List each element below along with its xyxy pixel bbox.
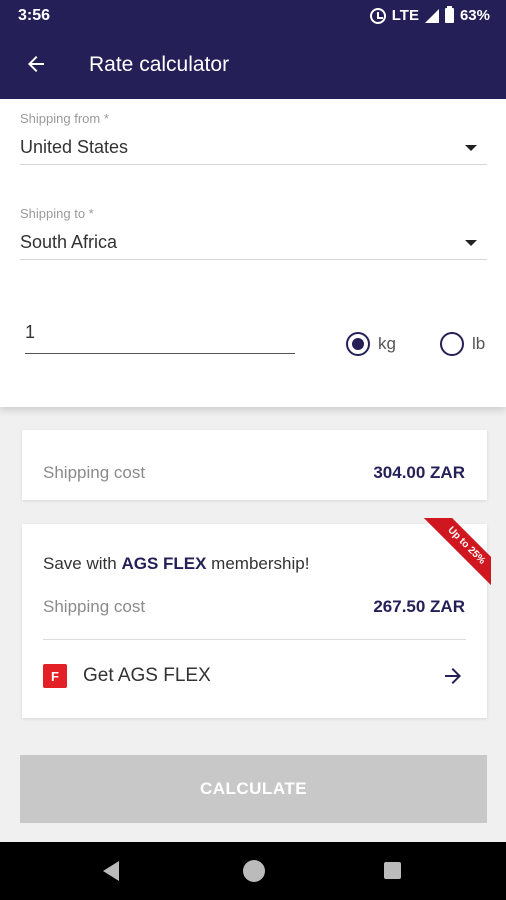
discount-ribbon-text: Up to 25%	[420, 518, 491, 592]
shipping-from-label: Shipping from *	[20, 111, 109, 126]
shipping-from-select[interactable]: Shipping from * United States	[20, 99, 487, 165]
shipping-to-label: Shipping to *	[20, 206, 94, 221]
battery-icon	[444, 6, 454, 23]
arrow-right-icon	[445, 668, 461, 684]
radio-unselected-icon	[440, 332, 464, 356]
unit-lb-radio[interactable]: lb	[440, 332, 485, 356]
get-flex-label: Get AGS FLEX	[83, 665, 211, 686]
divider	[43, 639, 466, 640]
back-arrow-icon[interactable]	[24, 52, 48, 76]
weight-input[interactable]: 1	[25, 320, 295, 354]
signal-icon	[424, 8, 439, 23]
nav-recents-icon[interactable]	[384, 862, 401, 879]
status-bar: 3:56 LTE 63%	[0, 0, 506, 32]
shipping-to-select[interactable]: Shipping to * South Africa	[20, 194, 487, 260]
flex-promo-text: Save with AGS FLEX membership!	[43, 554, 309, 574]
standard-cost-value: 304.00 ZAR	[373, 463, 465, 482]
shipping-to-value: South Africa	[20, 232, 118, 252]
system-nav-bar	[0, 842, 506, 900]
alarm-icon	[369, 7, 386, 24]
promo-suffix: membership!	[206, 554, 310, 573]
standard-cost-label: Shipping cost	[43, 463, 146, 482]
promo-prefix: Save with	[43, 554, 122, 573]
calculate-button[interactable]: CALCULATE	[20, 755, 487, 823]
radio-selected-icon	[346, 332, 370, 356]
unit-lb-label: lb	[472, 334, 486, 353]
shipping-from-value: United States	[20, 137, 129, 157]
status-time: 3:56	[18, 7, 51, 24]
nav-home-icon[interactable]	[243, 860, 265, 882]
ags-flex-logo-icon: F	[43, 664, 67, 688]
promo-brand: AGS FLEX	[121, 554, 207, 573]
network-type: LTE	[391, 7, 419, 24]
flex-cost-value: 267.50 ZAR	[373, 597, 465, 616]
app-bar: Rate calculator	[0, 32, 506, 99]
rate-form: Shipping from * United States Shipping t…	[0, 99, 506, 407]
dropdown-caret-icon	[465, 145, 477, 151]
unit-kg-radio[interactable]: kg	[346, 332, 396, 356]
status-icons: LTE 63%	[369, 6, 490, 24]
dropdown-caret-icon	[465, 240, 477, 246]
page-title: Rate calculator	[89, 53, 230, 76]
battery-level: 63%	[459, 7, 490, 24]
unit-kg-label: kg	[378, 334, 396, 353]
standard-cost-card: Shipping cost 304.00 ZAR	[22, 430, 487, 500]
get-flex-link[interactable]: F Get AGS FLEX	[43, 664, 465, 688]
nav-back-icon[interactable]	[103, 861, 119, 881]
discount-ribbon: Up to 25%	[407, 518, 491, 598]
flex-membership-card: Up to 25% Save with AGS FLEX membership!…	[22, 518, 491, 718]
flex-cost-label: Shipping cost	[43, 597, 146, 616]
